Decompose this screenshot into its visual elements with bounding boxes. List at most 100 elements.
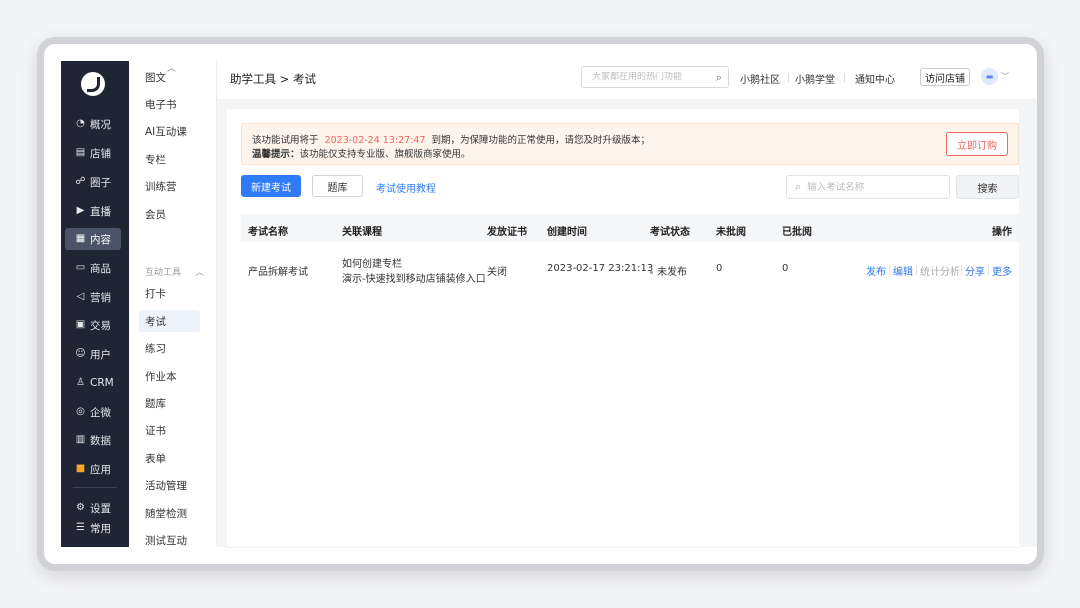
submenu-item-article[interactable]: 图文 bbox=[139, 66, 200, 88]
col-unmarked: 未批阅 bbox=[716, 227, 746, 238]
nav-item-data[interactable]: ▥ 数据 bbox=[65, 429, 121, 451]
nav-item-marketing[interactable]: ◁ 营销 bbox=[65, 286, 121, 308]
notice-line-1: 该功能试用将于 2023-02-24 13:27:47 到期，为保障功能的正常使… bbox=[252, 132, 650, 146]
notification-link[interactable]: 通知中心 bbox=[855, 71, 895, 86]
submenu-group-title[interactable]: 互动工具 ︿ bbox=[145, 265, 204, 278]
search-icon[interactable]: ⌕ bbox=[716, 71, 722, 85]
marketing-icon: ◁ bbox=[76, 291, 85, 302]
logo-icon[interactable] bbox=[81, 72, 105, 96]
nav-item-crm[interactable]: ♙ CRM bbox=[65, 372, 121, 394]
submenu-item-practice[interactable]: 练习 bbox=[139, 337, 200, 359]
global-search-input[interactable] bbox=[592, 72, 704, 82]
publish-link[interactable]: 发布 bbox=[866, 263, 886, 278]
community-icon: ☍ bbox=[75, 176, 86, 187]
nav-item-wecom[interactable]: ◎ 企微 bbox=[65, 401, 121, 423]
nav-item-trade[interactable]: ▣ 交易 bbox=[65, 314, 121, 336]
nav-label: 应用 bbox=[90, 463, 111, 476]
subscribe-button[interactable]: 立即订购 bbox=[946, 132, 1008, 156]
submenu-item-checkin[interactable]: 打卡 bbox=[139, 282, 200, 304]
nav-item-community[interactable]: ☍ 圈子 bbox=[65, 171, 121, 193]
exam-search-input[interactable] bbox=[807, 181, 938, 193]
community-link[interactable]: 小鹅社区 bbox=[740, 71, 780, 86]
edit-link[interactable]: 编辑 bbox=[893, 263, 913, 278]
chevron-down-icon[interactable]: ﹀ bbox=[167, 535, 176, 548]
nav-label: 常用 bbox=[90, 522, 111, 535]
notice-tip-text: 该功能仅支持专业版、旗舰版商家使用。 bbox=[299, 149, 471, 160]
submenu-item-quiz[interactable]: 随堂检测 bbox=[139, 502, 200, 524]
exam-name: 产品拆解考试 bbox=[248, 267, 308, 278]
action-separator bbox=[916, 265, 917, 275]
course-2: 演示-快速找到移动店铺装修入口 bbox=[342, 274, 486, 285]
submenu-item-homework[interactable]: 作业本 bbox=[139, 365, 200, 387]
submenu-item-column[interactable]: 专栏 bbox=[139, 148, 200, 170]
exam-search[interactable]: ⌕ bbox=[786, 175, 950, 199]
store-icon: ▤ bbox=[75, 147, 86, 158]
search-button[interactable]: 搜索 bbox=[956, 175, 1019, 199]
sub-menu: ︿ 图文 电子书 AI互动课 专栏 训练营 会员 互动工具 ︿ 打卡 考试 练习 … bbox=[129, 61, 217, 548]
nav-label: 概况 bbox=[90, 118, 111, 131]
created-time: 2023-02-17 23:21:13 bbox=[547, 263, 654, 274]
marked-count: 0 bbox=[782, 263, 789, 274]
notice-suffix: 到期，为保障功能的正常使用，请您及时升级版本； bbox=[431, 135, 651, 146]
chevron-down-icon[interactable]: ﹀ bbox=[1001, 71, 1009, 82]
breadcrumb: 助学工具 > 考试 bbox=[230, 72, 316, 86]
nav-item-live[interactable]: ▶ 直播 bbox=[65, 200, 121, 222]
action-separator bbox=[889, 265, 890, 275]
status-text: 未发布 bbox=[657, 267, 687, 278]
nav-label: 数据 bbox=[90, 434, 111, 447]
nav-item-overview[interactable]: ◔ 概况 bbox=[65, 113, 121, 135]
statistics-link[interactable]: 统计分析 bbox=[920, 263, 960, 278]
submenu-item-activity[interactable]: 活动管理 bbox=[139, 474, 200, 496]
submenu-item-member[interactable]: 会员 bbox=[139, 203, 200, 225]
submenu-item-ai-course[interactable]: AI互动课 bbox=[139, 120, 200, 142]
more-link[interactable]: 更多 bbox=[992, 263, 1012, 278]
data-icon: ▥ bbox=[75, 434, 86, 445]
nav-label: 用户 bbox=[90, 348, 111, 361]
status-dot bbox=[650, 270, 653, 274]
notice-line-2: 温馨提示：该功能仅支持专业版、旗舰版商家使用。 bbox=[252, 146, 471, 160]
nav-label: CRM bbox=[90, 377, 114, 389]
col-status: 考试状态 bbox=[650, 227, 690, 238]
submenu-item-ebook[interactable]: 电子书 bbox=[139, 93, 200, 115]
nav-item-frequent[interactable]: ☰ 常用 bbox=[65, 517, 121, 539]
goods-icon: ▭ bbox=[75, 262, 86, 273]
table-row: 产品拆解考试 如何创建专栏 演示-快速找到移动店铺装修入口 关闭 2023-02… bbox=[241, 242, 1019, 290]
exam-tutorial-link[interactable]: 考试使用教程 bbox=[376, 180, 436, 195]
global-search[interactable]: ⌕ bbox=[581, 66, 729, 88]
academy-link[interactable]: 小鹅学堂 bbox=[795, 71, 835, 86]
top-header: 助学工具 > 考试 ⌕ 小鹅社区 小鹅学堂 通知中心 访问店铺 ▬ ﹀ bbox=[217, 61, 1037, 99]
submenu-item-question-bank[interactable]: 题库 bbox=[139, 392, 200, 414]
table-header: 考试名称 关联课程 发放证书 创建时间 考试状态 未批阅 已批阅 操作 bbox=[241, 214, 1019, 242]
submenu-item-camp[interactable]: 训练营 bbox=[139, 175, 200, 197]
submenu-item-certificate[interactable]: 证书 bbox=[139, 419, 200, 441]
certificate-value: 关闭 bbox=[487, 267, 507, 278]
nav-label: 交易 bbox=[90, 319, 111, 332]
nav-item-apps[interactable]: ■ 应用 bbox=[65, 458, 121, 480]
frequent-icon: ☰ bbox=[76, 522, 85, 533]
nav-label: 圈子 bbox=[90, 176, 111, 189]
apps-icon: ■ bbox=[75, 463, 86, 474]
pie-chart-icon: ◔ bbox=[76, 118, 85, 129]
col-marked: 已批阅 bbox=[782, 227, 812, 238]
search-icon: ⌕ bbox=[795, 180, 802, 193]
nav-item-store[interactable]: ▤ 店铺 bbox=[65, 142, 121, 164]
nav-item-user[interactable]: ☺ 用户 bbox=[65, 343, 121, 365]
course-1: 如何创建专栏 bbox=[342, 259, 402, 270]
nav-item-content[interactable]: ▦ 内容 bbox=[65, 228, 121, 250]
user-icon: ☺ bbox=[75, 348, 86, 359]
nav-item-goods[interactable]: ▭ 商品 bbox=[65, 257, 121, 279]
trade-icon: ▣ bbox=[75, 319, 86, 330]
avatar[interactable]: ▬ bbox=[981, 68, 998, 85]
new-exam-button[interactable]: 新建考试 bbox=[241, 175, 301, 197]
nav-label: 直播 bbox=[90, 205, 111, 218]
share-link[interactable]: 分享 bbox=[965, 263, 985, 278]
visit-store-button[interactable]: 访问店铺 bbox=[920, 68, 970, 86]
question-bank-button[interactable]: 题库 bbox=[312, 175, 363, 197]
col-certificate: 发放证书 bbox=[487, 227, 527, 238]
submenu-item-exam[interactable]: 考试 bbox=[139, 310, 200, 332]
col-created: 创建时间 bbox=[547, 227, 587, 238]
nav-item-settings[interactable]: ⚙ 设置 bbox=[65, 497, 121, 519]
nav-label: 设置 bbox=[90, 502, 111, 515]
submenu-item-form[interactable]: 表单 bbox=[139, 447, 200, 469]
notice-date: 2023-02-24 13:27:47 bbox=[324, 135, 426, 146]
